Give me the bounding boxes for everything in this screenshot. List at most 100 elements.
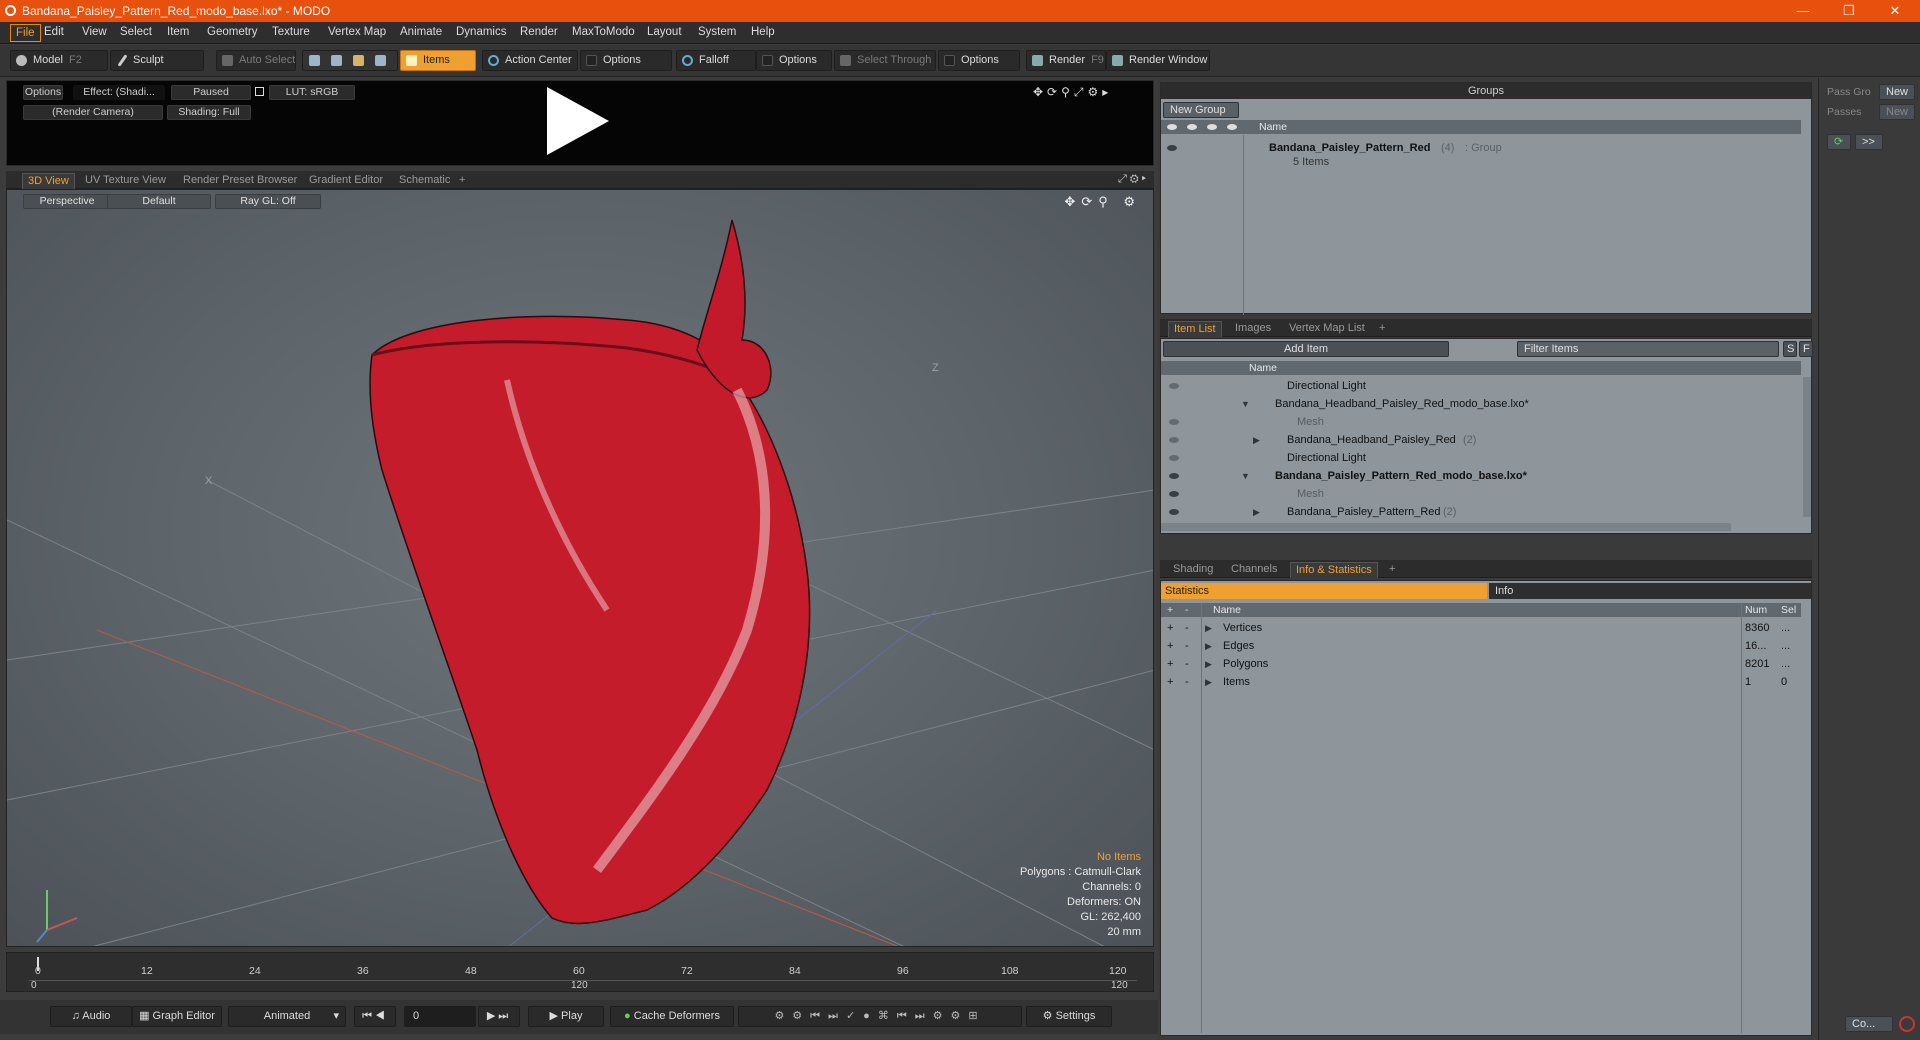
expand-arrow-icon[interactable]: ▶	[1205, 655, 1212, 673]
falloff-button[interactable]: Falloff	[676, 50, 756, 71]
list-item[interactable]: ▼ Bandana_Paisley_Pattern_Red_modo_base.l…	[1161, 467, 1801, 485]
tab-vertex-map-list[interactable]: Vertex Map List	[1284, 321, 1370, 337]
settings-button[interactable]: ⚙ Settings	[1026, 1006, 1112, 1027]
filter-s-button[interactable]: S	[1783, 341, 1797, 357]
timeline[interactable]: 0 12 24 36 48 60 72 84 96 108 120 0 120 …	[6, 952, 1154, 992]
edges-mode-icon[interactable]	[331, 55, 342, 66]
close-button[interactable]: ✕	[1872, 0, 1918, 22]
add-item-dropdown[interactable]: Add Item	[1163, 341, 1449, 357]
preview-effect-dropdown[interactable]: Effect: (Shadi...	[73, 85, 165, 100]
minus-icon[interactable]: -	[1185, 655, 1189, 673]
list-item[interactable]: Directional Light	[1161, 449, 1801, 467]
eye-icon[interactable]	[1169, 455, 1179, 461]
maximize-button[interactable]: ❐	[1826, 0, 1872, 22]
play-button[interactable]: ▶ Play	[528, 1006, 604, 1027]
add-tab-button[interactable]: +	[454, 173, 470, 189]
eye-icon[interactable]	[1167, 145, 1177, 151]
menu-geometry[interactable]: Geometry	[207, 26, 258, 38]
shading-dropdown[interactable]: Shading: Full	[167, 105, 251, 120]
frame-input[interactable]: 0	[404, 1006, 476, 1027]
horizontal-scrollbar[interactable]	[1161, 523, 1731, 531]
eye-icon[interactable]	[1169, 509, 1179, 515]
jump-end-buttons[interactable]: ▶⏭	[478, 1006, 520, 1027]
minus-icon[interactable]: -	[1185, 673, 1189, 691]
polygons-mode-icon[interactable]	[353, 55, 364, 66]
more-button[interactable]: >>	[1855, 134, 1883, 150]
info-tab[interactable]: Info	[1489, 583, 1811, 599]
stats-row[interactable]: + - ▶ Vertices 8360...	[1161, 619, 1801, 637]
auto-select-button[interactable]: Auto Select	[216, 50, 296, 71]
menu-view[interactable]: View	[82, 26, 107, 38]
menu-help[interactable]: Help	[751, 26, 775, 38]
refresh-icon[interactable]: ⟳	[1827, 134, 1851, 150]
menu-edit[interactable]: Edit	[44, 26, 64, 38]
items-mode-button[interactable]: Items	[400, 50, 476, 71]
expand-arrow-icon[interactable]: ▶	[1253, 503, 1260, 521]
command-input[interactable]: Co...	[1845, 1016, 1893, 1032]
expand-arrow-icon[interactable]: ▶	[1205, 637, 1212, 655]
menu-render[interactable]: Render	[520, 26, 558, 38]
stats-row[interactable]: + - ▶ Items 1 0	[1161, 673, 1801, 691]
tab-render-preset-browser[interactable]: Render Preset Browser	[178, 173, 302, 189]
menu-layout[interactable]: Layout	[647, 26, 682, 38]
materials-mode-icon[interactable]	[375, 55, 386, 66]
cache-deformers-button[interactable]: ● Cache Deformers	[610, 1006, 734, 1027]
list-item[interactable]: ▶ Bandana_Paisley_Pattern_Red (2)	[1161, 503, 1801, 521]
tab-images[interactable]: Images	[1230, 321, 1276, 337]
tab-gradient-editor[interactable]: Gradient Editor	[304, 173, 388, 189]
preview-nav-icons[interactable]: ✥⟳⚲⤢⚙▸	[1033, 85, 1112, 100]
tab-info-statistics[interactable]: Info & Statistics	[1290, 562, 1378, 578]
eye-icon[interactable]	[1169, 437, 1179, 443]
new-pass-button[interactable]: New	[1879, 104, 1915, 120]
minus-icon[interactable]: -	[1185, 619, 1189, 637]
play-preview-icon[interactable]	[547, 87, 609, 155]
action-center-button[interactable]: Action Center	[482, 50, 578, 71]
new-pass-group-button[interactable]: New	[1879, 84, 1915, 100]
viewport-settings-icon[interactable]: ⤢ ⚙ ▸	[1118, 173, 1146, 186]
minimize-button[interactable]: —	[1780, 0, 1826, 22]
render-button[interactable]: Render F9	[1026, 50, 1106, 71]
tab-shading[interactable]: Shading	[1168, 562, 1218, 578]
eye-icon[interactable]	[1169, 419, 1179, 425]
expand-arrow-icon[interactable]: ▼	[1241, 395, 1250, 413]
expand-arrow-icon[interactable]: ▼	[1241, 467, 1250, 485]
render-window-button[interactable]: Render Window	[1106, 50, 1210, 71]
plus-icon[interactable]: +	[1167, 655, 1173, 673]
stats-row[interactable]: + - ▶ Polygons 8201...	[1161, 655, 1801, 673]
record-icon[interactable]	[1899, 1016, 1915, 1032]
select-through-options-button[interactable]: Options	[938, 50, 1020, 71]
expand-arrow-icon[interactable]: ▶	[1205, 619, 1212, 637]
expand-arrow-icon[interactable]: ▶	[1205, 673, 1212, 691]
action-center-options-button[interactable]: Options	[580, 50, 672, 71]
vertices-mode-icon[interactable]	[309, 55, 320, 66]
select-through-button[interactable]: Select Through	[834, 50, 936, 71]
list-item[interactable]: Directional Light	[1161, 377, 1801, 395]
vertical-scrollbar[interactable]	[1803, 377, 1811, 517]
3d-viewport[interactable]: Perspective Default Ray GL: Off ✥⟳⚲ ⚙ X …	[6, 189, 1154, 947]
tab-channels[interactable]: Channels	[1226, 562, 1282, 578]
plus-icon[interactable]: +	[1167, 673, 1173, 691]
menu-system[interactable]: System	[698, 26, 736, 38]
statistics-tab[interactable]: Statistics	[1161, 583, 1487, 599]
menu-dynamics[interactable]: Dynamics	[456, 26, 506, 38]
key-controls[interactable]: ⚙⚙⏮⏭✓●⌘⏮⏭⚙⚙⊞	[738, 1006, 1022, 1027]
minus-icon[interactable]: -	[1185, 637, 1189, 655]
filter-f-button[interactable]: F	[1799, 341, 1813, 357]
add-tab-button[interactable]: +	[1384, 562, 1400, 578]
audio-button[interactable]: ♫ Audio	[50, 1006, 132, 1027]
model-mode-button[interactable]: Model F2	[10, 50, 108, 71]
preview-paused-button[interactable]: Paused	[171, 85, 251, 100]
list-item[interactable]: ▶ Bandana_Headband_Paisley_Red (2)	[1161, 431, 1801, 449]
add-tab-button[interactable]: +	[1374, 321, 1390, 337]
menu-select[interactable]: Select	[120, 26, 152, 38]
animated-dropdown[interactable]: Animated ▾	[228, 1006, 346, 1027]
lock-icon[interactable]	[255, 87, 264, 96]
list-item[interactable]: Mesh	[1161, 413, 1801, 431]
expand-arrow-icon[interactable]: ▶	[1253, 431, 1260, 449]
list-item[interactable]: ▼ Bandana_Headband_Paisley_Red_modo_base.…	[1161, 395, 1801, 413]
tab-schematic[interactable]: Schematic	[394, 173, 455, 189]
menu-maxtomodo[interactable]: MaxToModo	[572, 26, 635, 38]
eye-icon[interactable]	[1169, 383, 1179, 389]
sculpt-mode-button[interactable]: Sculpt	[110, 50, 204, 71]
stats-row[interactable]: + - ▶ Edges 16......	[1161, 637, 1801, 655]
